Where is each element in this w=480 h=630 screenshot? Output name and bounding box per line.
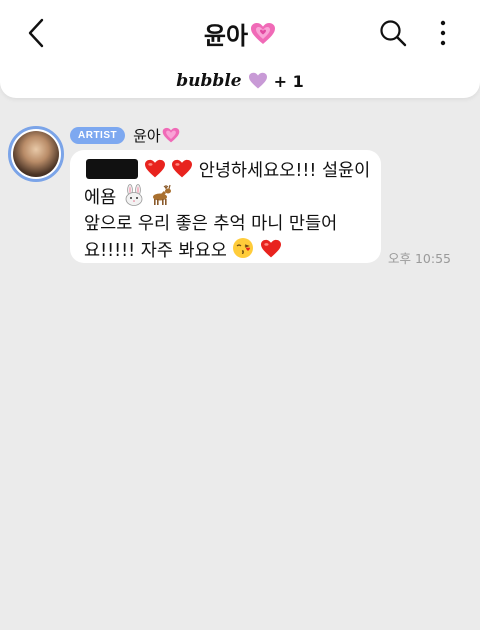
message-line-2: 에욤 — [84, 184, 371, 211]
sender-name: 윤아 — [133, 125, 180, 146]
rabbit-icon — [125, 184, 143, 206]
sender-row: ARTIST 윤아 — [70, 124, 180, 146]
chat-title-text: 윤아 — [203, 22, 249, 50]
chat-title: 윤아 — [140, 16, 340, 51]
red-heart-icon — [172, 159, 193, 178]
more-vertical-icon — [440, 20, 446, 46]
red-heart-icon — [144, 159, 165, 178]
bubble-subscription-bar[interactable]: bubble + 1 — [0, 66, 480, 96]
message-text-1: 안녕하세요오!!! 설윤이 — [198, 161, 371, 181]
heart-icon — [251, 22, 276, 44]
more-options-button[interactable] — [428, 14, 458, 52]
purple-heart-icon — [248, 72, 267, 89]
avatar-photo — [13, 131, 59, 177]
avatar[interactable] — [8, 126, 64, 182]
search-button[interactable] — [374, 14, 412, 52]
redacted-block — [86, 159, 138, 179]
message-bubble[interactable]: 안녕하세요오!!! 설윤이 에욤 앞으로 우리 좋은 추억 마니 만들어 요!!… — [70, 150, 381, 263]
kissing-face-icon — [233, 238, 254, 258]
message-timestamp: 오후 10:55 — [388, 251, 451, 266]
bubble-count: + 1 — [273, 71, 304, 91]
chat-screen: 윤아 bubble + 1 ARTIST 윤아 안녕하세요오!!! 설윤이 에욤… — [0, 0, 480, 630]
chevron-left-icon — [28, 18, 44, 48]
bubble-label: bubble — [176, 71, 242, 91]
heart-icon — [162, 127, 180, 142]
chat-header: 윤아 bubble + 1 — [0, 0, 480, 98]
sender-name-text: 윤아 — [133, 126, 161, 145]
deer-icon — [153, 184, 172, 205]
message-line-4: 요!!!!! 자주 봐요오 — [84, 237, 371, 264]
back-button[interactable] — [18, 14, 54, 52]
message-line-1: 안녕하세요오!!! 설윤이 — [84, 158, 371, 184]
message-text-2: 에욤 — [84, 188, 117, 208]
search-icon — [380, 20, 407, 47]
message-text-4: 요!!!!! 자주 봐요오 — [84, 241, 227, 261]
message-text-3: 앞으로 우리 좋은 추억 마니 만들어 — [84, 214, 338, 234]
red-heart-icon — [260, 239, 281, 258]
message-line-3: 앞으로 우리 좋은 추억 마니 만들어 — [84, 211, 371, 237]
artist-badge: ARTIST — [70, 126, 126, 144]
